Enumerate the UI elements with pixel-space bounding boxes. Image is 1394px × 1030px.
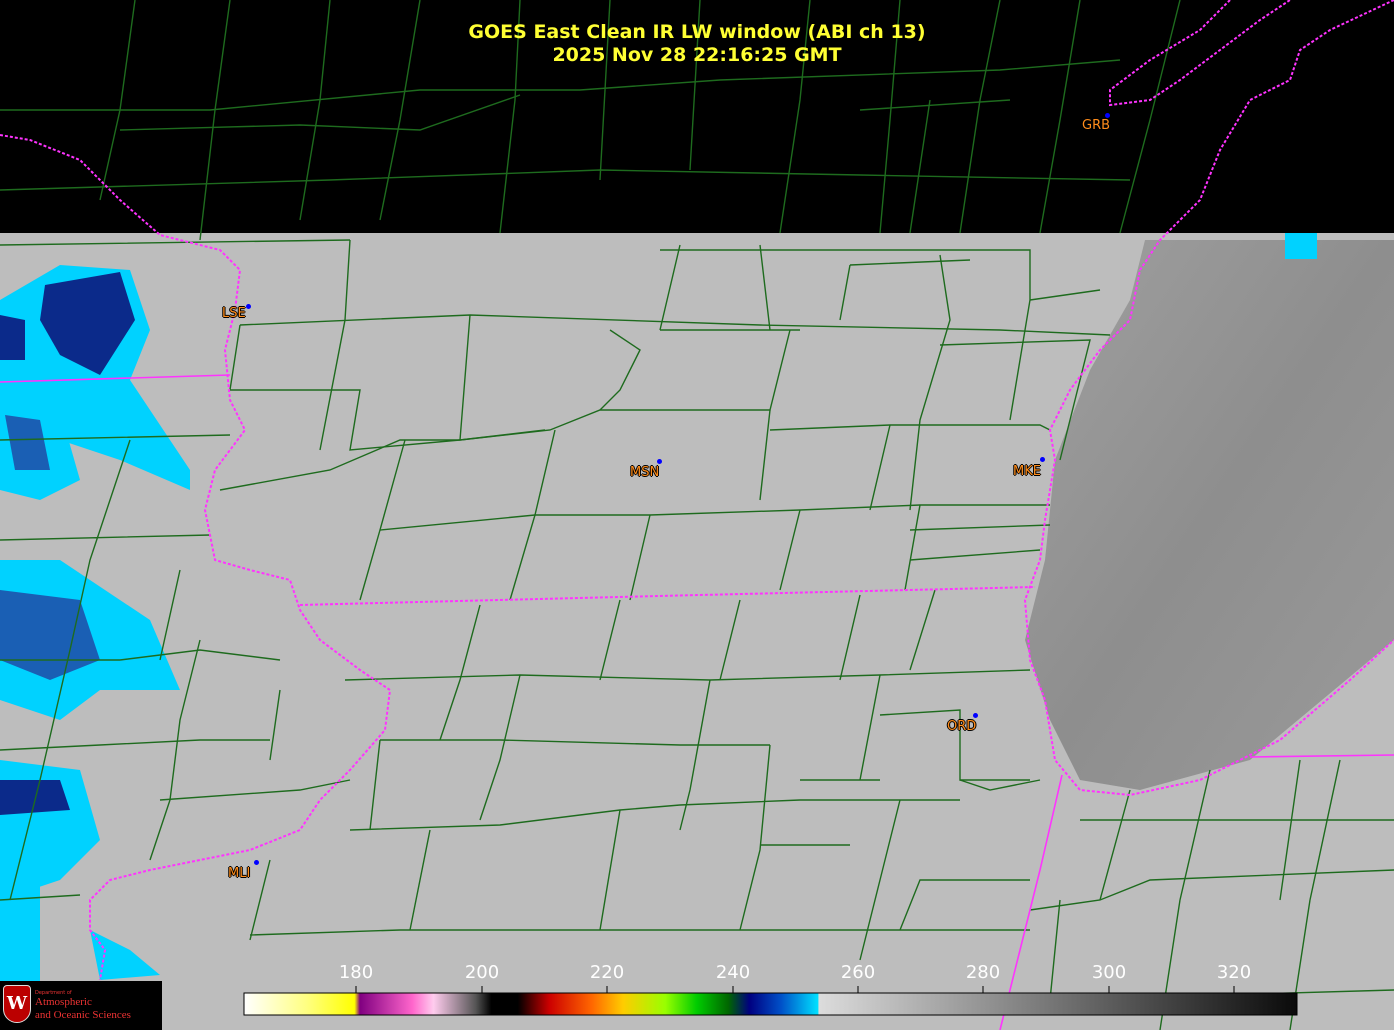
colorbar-tick-label: 260 (840, 962, 876, 983)
station-label-lse: LSE (222, 306, 246, 321)
colorbar-tick-label: 180 (338, 962, 374, 983)
station-label-grb: GRB (1082, 118, 1111, 133)
station-label-msn: MSN (630, 465, 660, 480)
station-marker-ord (973, 713, 978, 718)
colorbar (243, 992, 1298, 1016)
colorbar-tick-label: 300 (1091, 962, 1127, 983)
station-label-mli: MLI (228, 866, 251, 881)
aos-logo: W Department of Atmospheric and Oceanic … (0, 981, 162, 1030)
station-label-ord: ORD (947, 719, 977, 734)
station-marker-mli (254, 860, 259, 865)
colorbar-tick-label: 240 (715, 962, 751, 983)
colorbar-tick-label: 220 (589, 962, 625, 983)
logo-line1: Atmospheric (35, 996, 92, 1008)
station-label-mke: MKE (1013, 464, 1041, 479)
station-marker-lse (246, 304, 251, 309)
map-title: GOES East Clean IR LW window (ABI ch 13) (468, 21, 926, 43)
colorbar-tick-label: 200 (464, 962, 500, 983)
uw-seal-icon: W (3, 985, 31, 1023)
satellite-map-view: GOES East Clean IR LW window (ABI ch 13)… (0, 0, 1394, 1030)
colorbar-tick-label: 280 (965, 962, 1001, 983)
colorbar-tick-label: 320 (1216, 962, 1252, 983)
station-marker-mke (1040, 457, 1045, 462)
station-marker-msn (657, 459, 662, 464)
logo-line2: and Oceanic Sciences (35, 1009, 131, 1021)
map-canvas (0, 0, 1394, 1030)
map-timestamp: 2025 Nov 28 22:16:25 GMT (552, 44, 842, 66)
